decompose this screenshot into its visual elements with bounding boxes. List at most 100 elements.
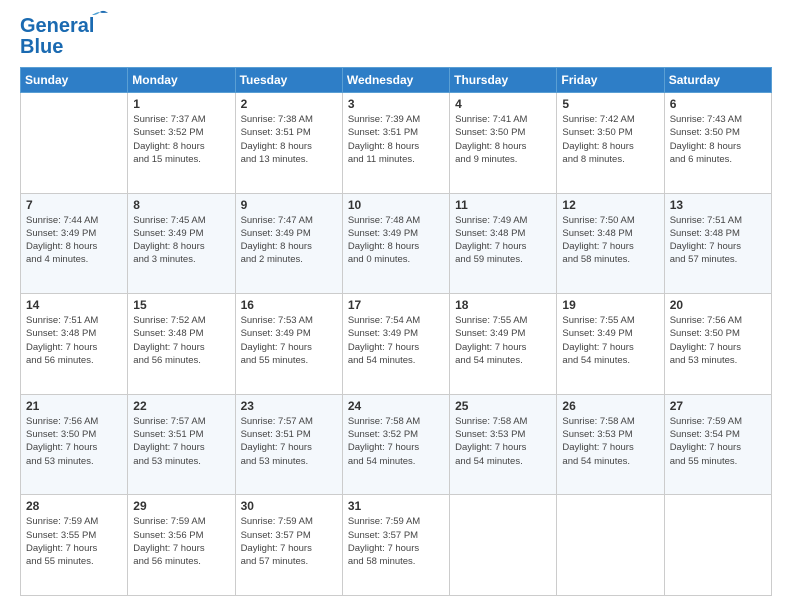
day-info: Sunrise: 7:47 AMSunset: 3:49 PMDaylight:… [241, 214, 337, 267]
day-number: 6 [670, 97, 766, 111]
day-number: 15 [133, 298, 229, 312]
calendar-cell: 31 Sunrise: 7:59 AMSunset: 3:57 PMDayligh… [342, 495, 449, 596]
day-info: Sunrise: 7:57 AMSunset: 3:51 PMDaylight:… [241, 415, 337, 468]
day-info: Sunrise: 7:58 AMSunset: 3:53 PMDaylight:… [455, 415, 551, 468]
day-number: 13 [670, 198, 766, 212]
calendar-cell: 1Sunrise: 7:37 AMSunset: 3:52 PMDaylight… [128, 93, 235, 194]
page: General Blue SundayMondayTuesdayWednesda… [0, 0, 792, 612]
day-number: 17 [348, 298, 444, 312]
calendar-cell: 11Sunrise: 7:49 AMSunset: 3:48 PMDayligh… [450, 193, 557, 294]
day-info: Sunrise: 7:49 AMSunset: 3:48 PMDaylight:… [455, 214, 551, 267]
day-number: 25 [455, 399, 551, 413]
calendar-cell: 28 Sunrise: 7:59 AMSunset: 3:55 PMDayligh… [21, 495, 128, 596]
day-info: Sunrise: 7:51 AMSunset: 3:48 PMDaylight:… [26, 314, 122, 367]
calendar-cell: 8 Sunrise: 7:45 AMSunset: 3:49 PMDaylight… [128, 193, 235, 294]
day-info: Sunrise: 7:51 AMSunset: 3:48 PMDaylight:… [670, 214, 766, 267]
day-number: 3 [348, 97, 444, 111]
day-number: 20 [670, 298, 766, 312]
day-info: Sunrise: 7:59 AMSunset: 3:57 PMDaylight:… [241, 515, 337, 568]
calendar-cell: 19 Sunrise: 7:55 AMSunset: 3:49 PMDayligh… [557, 294, 664, 395]
calendar-day-header: Friday [557, 68, 664, 93]
day-info: Sunrise: 7:59 AMSunset: 3:57 PMDaylight:… [348, 515, 444, 568]
day-number: 4 [455, 97, 551, 111]
day-number: 31 [348, 499, 444, 513]
day-number: 29 [133, 499, 229, 513]
calendar-cell [21, 93, 128, 194]
day-number: 22 [133, 399, 229, 413]
calendar-day-header: Saturday [664, 68, 771, 93]
day-info: Sunrise: 7:39 AMSunset: 3:51 PMDaylight:… [348, 113, 444, 166]
calendar-cell: 22 Sunrise: 7:57 AMSunset: 3:51 PMDayligh… [128, 394, 235, 495]
day-info: Sunrise: 7:59 AMSunset: 3:54 PMDaylight:… [670, 415, 766, 468]
calendar-week-row: 21Sunrise: 7:56 AMSunset: 3:50 PMDayligh… [21, 394, 772, 495]
day-number: 30 [241, 499, 337, 513]
day-number: 28 [26, 499, 122, 513]
calendar-cell: 15 Sunrise: 7:52 AMSunset: 3:48 PMDayligh… [128, 294, 235, 395]
calendar-cell: 21Sunrise: 7:56 AMSunset: 3:50 PMDayligh… [21, 394, 128, 495]
calendar-cell [664, 495, 771, 596]
calendar-day-header: Tuesday [235, 68, 342, 93]
calendar-cell: 30 Sunrise: 7:59 AMSunset: 3:57 PMDayligh… [235, 495, 342, 596]
day-info: Sunrise: 7:57 AMSunset: 3:51 PMDaylight:… [133, 415, 229, 468]
day-number: 12 [562, 198, 658, 212]
day-number: 23 [241, 399, 337, 413]
day-number: 19 [562, 298, 658, 312]
day-number: 18 [455, 298, 551, 312]
logo-blue: Blue [20, 37, 94, 57]
day-info: Sunrise: 7:50 AMSunset: 3:48 PMDaylight:… [562, 214, 658, 267]
day-number: 21 [26, 399, 122, 413]
calendar-cell: 14 Sunrise: 7:51 AMSunset: 3:48 PMDayligh… [21, 294, 128, 395]
day-info: Sunrise: 7:52 AMSunset: 3:48 PMDaylight:… [133, 314, 229, 367]
day-info: Sunrise: 7:59 AMSunset: 3:55 PMDaylight:… [26, 515, 122, 568]
calendar-cell: 20 Sunrise: 7:56 AMSunset: 3:50 PMDayligh… [664, 294, 771, 395]
day-info: Sunrise: 7:43 AMSunset: 3:50 PMDaylight:… [670, 113, 766, 166]
day-number: 16 [241, 298, 337, 312]
calendar-cell: 3 Sunrise: 7:39 AMSunset: 3:51 PMDaylight… [342, 93, 449, 194]
day-info: Sunrise: 7:58 AMSunset: 3:53 PMDaylight:… [562, 415, 658, 468]
calendar-table: SundayMondayTuesdayWednesdayThursdayFrid… [20, 67, 772, 596]
day-info: Sunrise: 7:45 AMSunset: 3:49 PMDaylight:… [133, 214, 229, 267]
day-info: Sunrise: 7:44 AMSunset: 3:49 PMDaylight:… [26, 214, 122, 267]
calendar-header-row: SundayMondayTuesdayWednesdayThursdayFrid… [21, 68, 772, 93]
calendar-day-header: Thursday [450, 68, 557, 93]
calendar-cell: 2Sunrise: 7:38 AMSunset: 3:51 PMDaylight… [235, 93, 342, 194]
calendar-day-header: Monday [128, 68, 235, 93]
day-info: Sunrise: 7:54 AMSunset: 3:49 PMDaylight:… [348, 314, 444, 367]
calendar-cell: 9 Sunrise: 7:47 AMSunset: 3:49 PMDaylight… [235, 193, 342, 294]
calendar-cell: 16 Sunrise: 7:53 AMSunset: 3:49 PMDayligh… [235, 294, 342, 395]
calendar-cell: 7Sunrise: 7:44 AMSunset: 3:49 PMDaylight… [21, 193, 128, 294]
day-info: Sunrise: 7:58 AMSunset: 3:52 PMDaylight:… [348, 415, 444, 468]
calendar-cell: 17 Sunrise: 7:54 AMSunset: 3:49 PMDayligh… [342, 294, 449, 395]
calendar-cell: 12 Sunrise: 7:50 AMSunset: 3:48 PMDayligh… [557, 193, 664, 294]
calendar-cell: 27 Sunrise: 7:59 AMSunset: 3:54 PMDayligh… [664, 394, 771, 495]
calendar-cell: 23 Sunrise: 7:57 AMSunset: 3:51 PMDayligh… [235, 394, 342, 495]
day-info: Sunrise: 7:53 AMSunset: 3:49 PMDaylight:… [241, 314, 337, 367]
calendar-week-row: 7Sunrise: 7:44 AMSunset: 3:49 PMDaylight… [21, 193, 772, 294]
calendar-cell: 5Sunrise: 7:42 AMSunset: 3:50 PMDaylight… [557, 93, 664, 194]
day-info: Sunrise: 7:55 AMSunset: 3:49 PMDaylight:… [562, 314, 658, 367]
calendar-week-row: 28 Sunrise: 7:59 AMSunset: 3:55 PMDayligh… [21, 495, 772, 596]
logo: General Blue [20, 16, 94, 57]
day-info: Sunrise: 7:41 AMSunset: 3:50 PMDaylight:… [455, 113, 551, 166]
day-info: Sunrise: 7:42 AMSunset: 3:50 PMDaylight:… [562, 113, 658, 166]
day-info: Sunrise: 7:59 AMSunset: 3:56 PMDaylight:… [133, 515, 229, 568]
calendar-day-header: Wednesday [342, 68, 449, 93]
logo-general: General [20, 15, 94, 37]
day-info: Sunrise: 7:55 AMSunset: 3:49 PMDaylight:… [455, 314, 551, 367]
day-number: 10 [348, 198, 444, 212]
calendar-cell: 26Sunrise: 7:58 AMSunset: 3:53 PMDayligh… [557, 394, 664, 495]
day-info: Sunrise: 7:56 AMSunset: 3:50 PMDaylight:… [670, 314, 766, 367]
calendar-cell: 24 Sunrise: 7:58 AMSunset: 3:52 PMDayligh… [342, 394, 449, 495]
day-info: Sunrise: 7:48 AMSunset: 3:49 PMDaylight:… [348, 214, 444, 267]
logo-content: General Blue [20, 16, 94, 57]
day-number: 9 [241, 198, 337, 212]
day-info: Sunrise: 7:38 AMSunset: 3:51 PMDaylight:… [241, 113, 337, 166]
header: General Blue [20, 16, 772, 57]
calendar-cell: 13 Sunrise: 7:51 AMSunset: 3:48 PMDayligh… [664, 193, 771, 294]
day-number: 27 [670, 399, 766, 413]
logo-bird-icon [92, 10, 108, 24]
day-number: 8 [133, 198, 229, 212]
day-number: 14 [26, 298, 122, 312]
calendar-cell: 6 Sunrise: 7:43 AMSunset: 3:50 PMDaylight… [664, 93, 771, 194]
day-number: 24 [348, 399, 444, 413]
